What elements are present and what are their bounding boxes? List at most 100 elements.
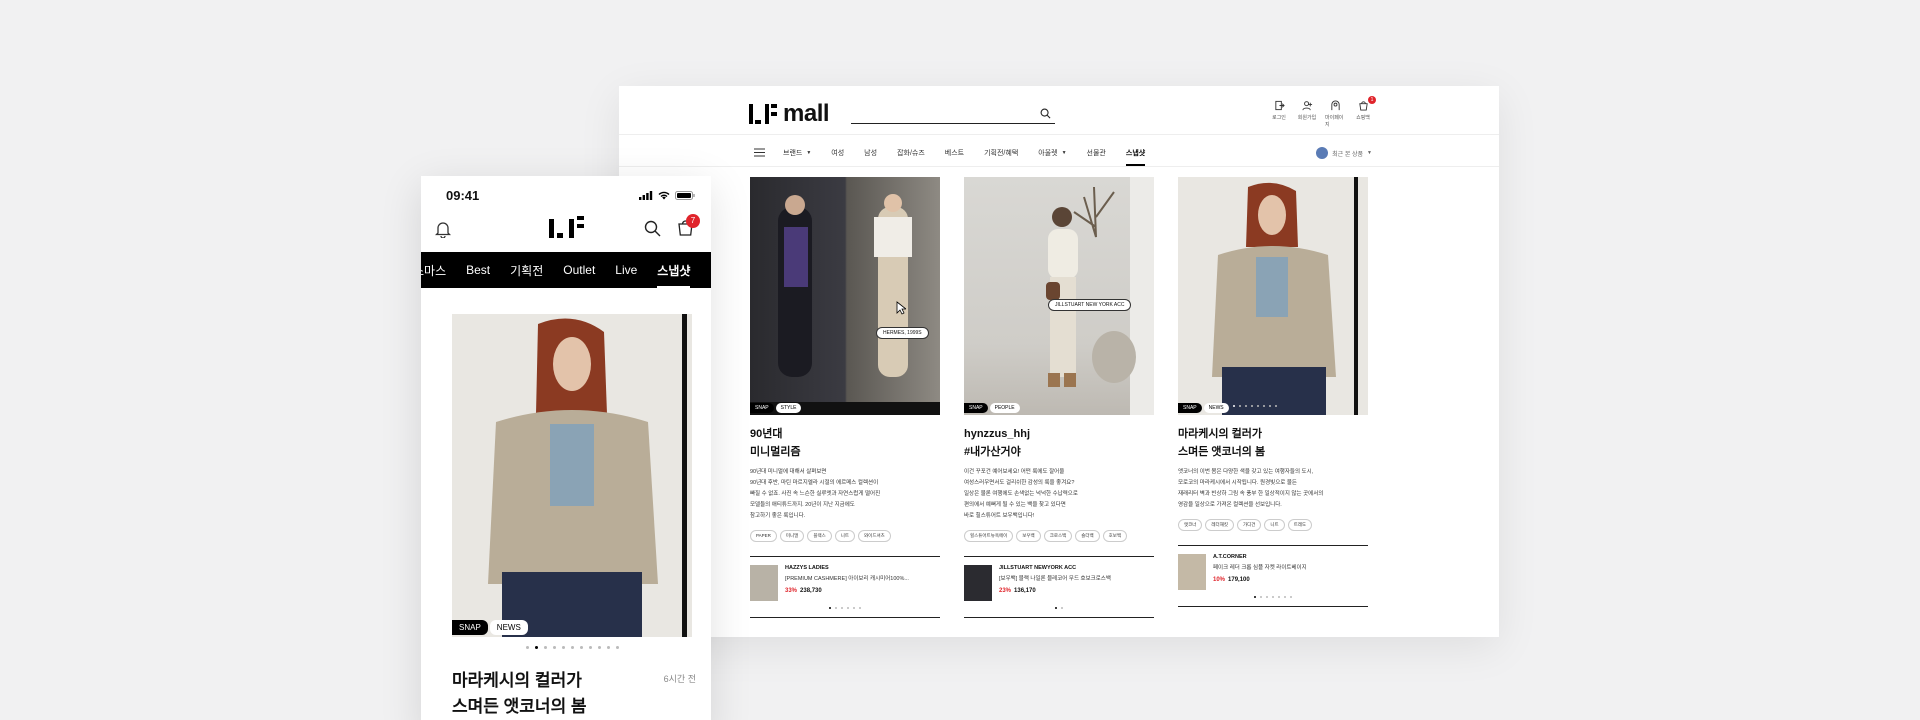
product-brand: A.T.CORNER <box>1213 554 1247 560</box>
snap-tags: SNAP STYLE <box>750 403 802 413</box>
tab-live[interactable]: Live <box>615 263 637 277</box>
login-button[interactable]: 로그인 <box>1269 100 1289 128</box>
product-item[interactable]: JILLSTUART NEWYORK ACC [보우백] 블랙 나일론 블레코어… <box>964 556 1154 601</box>
hashtag[interactable]: 와이드셔츠 <box>858 530 891 542</box>
tab-christmas[interactable]: 스마스 <box>421 262 446 279</box>
carousel-dots <box>750 607 940 609</box>
product-thumbnail[interactable] <box>1178 554 1206 590</box>
hashtag[interactable]: 크로스백 <box>1043 530 1073 542</box>
hamburger-menu-icon[interactable] <box>754 144 765 162</box>
product-tooltip[interactable]: JILLSTUART NEW YORK ACC <box>1048 299 1132 311</box>
carousel-dots <box>452 646 692 649</box>
nav-item-men[interactable]: 남성 <box>864 148 877 158</box>
nav-item-outlet[interactable]: 아울렛 ▼ <box>1038 148 1066 158</box>
snap-card[interactable]: JILLSTUART NEW YORK ACC SNAP PEOPLE hynz… <box>964 177 1154 618</box>
nav-divider <box>619 166 1499 167</box>
join-button[interactable]: 회원가입 <box>1297 100 1317 128</box>
cart-label: 쇼핑백 <box>1356 115 1370 121</box>
nav-item-women[interactable]: 여성 <box>831 148 844 158</box>
caret-down-icon: ▼ <box>806 150 812 156</box>
nav-item-best[interactable]: 베스트 <box>945 148 964 158</box>
category-tag: NEWS <box>1203 403 1229 413</box>
product-name: 페이크 레더 크롭 심플 자켓 라이트베이지 <box>1213 565 1307 571</box>
search-icon[interactable] <box>1040 106 1051 124</box>
hashtag[interactable]: 힐스튜어트뉴욕에이 <box>964 530 1014 542</box>
hashtag[interactable]: 보우백 <box>1016 530 1041 542</box>
nav-item-events[interactable]: 기획전/혜택 <box>984 148 1018 158</box>
category-tag: NEWS <box>489 620 528 635</box>
snap-title: hynzzus_hhj #내가산거야 <box>964 428 1031 458</box>
search-icon[interactable] <box>644 220 661 242</box>
tab-events[interactable]: 기획전 <box>510 262 543 279</box>
cart-icon <box>1358 101 1368 111</box>
tab-outlet[interactable]: Outlet <box>563 263 595 277</box>
nav-item-accessories[interactable]: 잡화/슈즈 <box>897 148 925 158</box>
nav-item-gift[interactable]: 선물관 <box>1087 148 1106 158</box>
product-price: 33% 238,730 <box>785 588 822 594</box>
search-input[interactable] <box>851 104 1055 124</box>
snap-title: 마라케시의 컬러가 스며든 앳코너의 봄 <box>452 671 587 716</box>
hashtag[interactable]: 트레도 <box>1287 519 1313 531</box>
hashtag[interactable]: 미니멀 <box>779 530 805 542</box>
product-name: [보우백] 블랙 나일론 블레코어 무드 호보크로스백 <box>999 576 1111 582</box>
snap-card[interactable]: HERMES, 1999S SNAP STYLE 90년대 미니멀리즘 90년대 … <box>750 177 940 618</box>
main-nav: 브랜드 ▼ 여성 남성 잡화/슈즈 베스트 기획전/혜택 아울렛 ▼ 선물관 스냅샷 <box>749 141 1374 166</box>
lf-mall-logo[interactable]: mall <box>749 100 830 127</box>
status-time: 09:41 <box>446 188 480 203</box>
hashtag[interactable]: PAPER <box>750 530 777 542</box>
tab-best[interactable]: Best <box>466 263 490 277</box>
snap-description: 90년대 미니멀에 대해서 살펴보면 90년대 후반, 마틴 마르지엘라 시절의 … <box>750 469 881 519</box>
hashtag[interactable]: 니트 <box>1264 519 1285 531</box>
hashtag[interactable]: 숄더백 <box>1075 530 1100 542</box>
cart-icon[interactable]: 7 <box>677 214 700 241</box>
snap-tags: SNAP PEOPLE <box>964 403 1020 413</box>
hashtag-list: 힐스튜어트뉴욕에이 보우백 크로스백 숄더백 호보백 <box>964 530 1154 542</box>
product-item[interactable]: HAZZYS LADIES [PREMIUM CASHMERE] 아이보리 캐시… <box>750 556 940 601</box>
category-tag: PEOPLE <box>989 403 1020 413</box>
snap-image[interactable]: JILLSTUART NEW YORK ACC SNAP PEOPLE <box>964 177 1154 415</box>
snap-title: 90년대 미니멀리즘 <box>750 428 801 458</box>
cart-button[interactable]: 1 쇼핑백 <box>1353 96 1376 128</box>
snap-image[interactable]: SNAP NEWS <box>1178 177 1368 415</box>
product-brand: JILLSTUART NEWYORK ACC <box>999 565 1077 571</box>
product-thumbnail[interactable] <box>750 565 778 601</box>
hashtag[interactable]: 니트 <box>834 530 856 542</box>
snap-tag: SNAP <box>964 403 988 413</box>
tab-snapshot[interactable]: 스냅샷 <box>657 262 691 288</box>
signal-icon <box>639 191 653 200</box>
nav-item-brand[interactable]: 브랜드 ▼ <box>783 148 811 158</box>
logo-mall-text: mall <box>783 100 830 127</box>
product-brand: HAZZYS LADIES <box>785 565 829 571</box>
product-item[interactable]: A.T.CORNER 페이크 레더 크롭 심플 자켓 라이트베이지 10% 179… <box>1178 545 1368 590</box>
recent-label: 최근 본 상품 <box>1332 151 1364 158</box>
login-label: 로그인 <box>1272 115 1286 121</box>
snap-tag: SNAP <box>452 620 488 635</box>
desktop-window: mall 로그인 회원가입 마이페이지 1 쇼핑백 브랜드 ▼ 여성 남성 잡화… <box>619 86 1499 637</box>
carousel-dots <box>964 607 1154 609</box>
mypage-icon <box>1330 100 1340 111</box>
battery-icon <box>675 191 695 200</box>
product-thumbnail[interactable] <box>964 565 992 601</box>
hashtag[interactable]: 호보백 <box>1102 530 1128 542</box>
recent-items-button[interactable]: 최근 본 상품 ▼ <box>1316 141 1372 165</box>
carousel-dots <box>1178 596 1368 598</box>
snap-image[interactable]: SNAP NEWS <box>452 314 692 637</box>
mobile-tab-bar: 스마스 Best 기획전 Outlet Live 스냅샷 <box>421 252 711 288</box>
product-tooltip[interactable]: HERMES, 1999S <box>876 327 929 339</box>
snap-image[interactable]: HERMES, 1999S SNAP STYLE <box>750 177 940 415</box>
posted-time: 6시간 전 <box>663 674 696 684</box>
join-label: 회원가입 <box>1297 115 1317 121</box>
mypage-button[interactable]: 마이페이지 <box>1325 100 1345 128</box>
lf-logo-icon[interactable] <box>549 216 584 238</box>
mobile-screen: 09:41 7 스마스 Best 기획전 <box>421 176 711 720</box>
nav-item-snapshot[interactable]: 스냅샷 <box>1125 148 1146 166</box>
hashtag[interactable]: 블랙스 <box>807 530 832 542</box>
cart-count-badge: 1 <box>1368 96 1376 104</box>
hashtag[interactable]: 레더재킷 <box>1205 519 1234 531</box>
hashtag[interactable]: 가디건 <box>1236 519 1262 531</box>
hashtag[interactable]: 앳코너 <box>1178 519 1203 531</box>
avatar <box>1316 147 1329 159</box>
snap-card[interactable]: SNAP NEWS 마라케시의 컬러가 스며든 앳코너의 봄 앳코너의 이번 봄은… <box>1178 177 1368 607</box>
image-carousel-dots <box>1233 405 1277 407</box>
bell-icon[interactable] <box>434 220 452 243</box>
